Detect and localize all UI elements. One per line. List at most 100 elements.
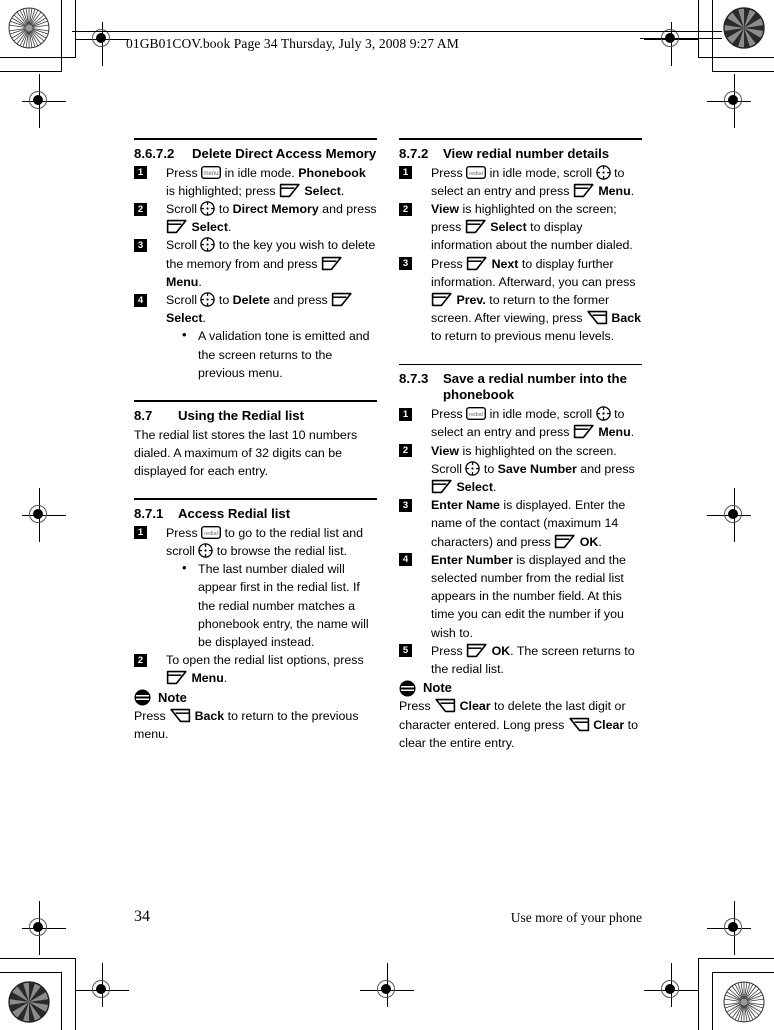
emphasis-text: Select [300, 183, 341, 198]
note-body-8-7-1: Press Back to return to the previous men… [134, 708, 359, 742]
step-number: 3 [399, 257, 412, 271]
emphasis-text: OK [488, 643, 511, 658]
emphasis-text: Save Number [497, 461, 577, 476]
star-target-top-right [723, 7, 765, 49]
heading-title: Delete Direct Access Memory [192, 145, 377, 161]
emphasis-text: View [431, 443, 460, 458]
step-number: 5 [399, 644, 412, 658]
step-item: 2 View is highlighted on the screen; pres… [399, 200, 642, 255]
crop-rule [61, 0, 62, 72]
heading-8-6-7-2: 8.6.7.2 Delete Direct Access Memory [134, 146, 377, 162]
page-number: 34 [134, 908, 150, 925]
emphasis-text: Menu [188, 671, 224, 686]
step-item: 1 Press redial in idle mode, scroll to se… [399, 405, 642, 441]
crop-rule [0, 972, 62, 973]
right-column: 8.7.2 View redial number details 1 Press … [399, 138, 642, 752]
right-softkey-icon [169, 708, 191, 723]
registration-mark [644, 963, 698, 1007]
crop-rule [0, 71, 62, 72]
step-item: 2 To open the redial list options, press … [134, 651, 377, 687]
heading-8-7-2: 8.7.2 View redial number details [399, 146, 642, 162]
step-number: 1 [399, 407, 412, 421]
heading-8-7-1: 8.7.1 Access Redial list [134, 506, 377, 522]
heading-8-7-3: 8.7.3 Save a redial number into the phon… [399, 371, 642, 403]
note-body-8-7-3: Press Clear to delete the last digit or … [399, 698, 638, 750]
step-text: Press redial in idle mode, scroll to sel… [431, 164, 635, 198]
step-number: 4 [134, 293, 147, 307]
step-number: 1 [134, 166, 147, 180]
crop-rule [698, 958, 774, 959]
section-rule [134, 400, 377, 402]
left-softkey-icon [466, 256, 488, 271]
registration-mark [644, 22, 698, 66]
emphasis-text: Select [453, 480, 493, 495]
header-rule [72, 31, 722, 32]
registration-mark [22, 901, 66, 955]
registration-mark [360, 963, 414, 1007]
svg-text:redial: redial [469, 170, 483, 176]
left-softkey-icon [166, 219, 188, 234]
step-number: 2 [134, 202, 147, 216]
step-number: 2 [399, 202, 412, 216]
svg-text:menu: menu [204, 170, 219, 176]
crop-rule [712, 972, 713, 1030]
left-softkey-icon [431, 292, 453, 307]
scroll-navigation-icon [200, 292, 216, 307]
left-softkey-icon [321, 256, 343, 271]
left-softkey-icon [554, 534, 576, 549]
crop-rule [712, 972, 774, 973]
scroll-navigation-icon [198, 543, 214, 558]
emphasis-text: Back [607, 311, 642, 326]
step-item: 3 Enter Name is displayed. Enter the name… [399, 496, 642, 551]
crop-rule [698, 958, 699, 1030]
left-softkey-icon [465, 219, 487, 234]
step-text: To open the redial list options, press M… [166, 653, 364, 686]
step-item: 4 Scroll to Delete and press Select.A val… [134, 291, 377, 382]
emphasis-text: Next [488, 256, 519, 271]
note-icon [399, 680, 416, 697]
emphasis-text: Phonebook [298, 165, 366, 180]
scroll-navigation-icon [200, 237, 216, 253]
page-content: 8.6.7.2 Delete Direct Access Memory 1 Pre… [134, 138, 642, 898]
crop-rule [0, 57, 76, 58]
heading-title: Using the Redial list [178, 407, 305, 423]
left-softkey-icon [573, 424, 595, 439]
left-softkey-icon [331, 292, 353, 307]
emphasis-text: Select [486, 220, 527, 235]
heading-number: 8.6.7.2 [134, 145, 175, 161]
step-number: 1 [399, 166, 412, 180]
step-item: 1 Press redial in idle mode, scroll to se… [399, 164, 642, 200]
section-8-7-body: The redial list stores the last 10 numbe… [134, 427, 358, 479]
redial-key-icon: redial [466, 407, 487, 421]
running-footer-title: Use more of your phone [510, 910, 642, 925]
emphasis-text: View [431, 202, 460, 216]
step-bullet-list: The last number dialed will appear first… [166, 559, 377, 651]
note-icon [134, 689, 151, 706]
emphasis-text: Back [191, 708, 225, 723]
scroll-navigation-icon [595, 406, 611, 421]
section-rule [134, 498, 377, 500]
step-item: 5 Press OK. The screen returns to the red… [399, 642, 642, 678]
note-label: Note [158, 689, 187, 705]
note-label: Note [423, 680, 452, 696]
crop-rule [698, 0, 699, 58]
crop-rule [75, 0, 76, 58]
left-softkey-icon [279, 183, 301, 198]
registration-mark [22, 488, 66, 542]
step-item: 1 Press menu in idle mode. Phonebook is h… [134, 164, 377, 200]
left-softkey-icon [166, 670, 188, 685]
step-bullet-list: A validation tone is emitted and the scr… [166, 326, 377, 382]
svg-text:redial: redial [204, 531, 218, 537]
right-softkey-icon [434, 698, 456, 713]
star-target-top-left [8, 7, 50, 49]
step-text: View is highlighted on the screen; press… [431, 202, 633, 253]
step-text: View is highlighted on the screen. Scrol… [431, 443, 635, 495]
step-text: Press redial to go to the redial list an… [166, 525, 364, 559]
file-header-text: 01GB01COV.book Page 34 Thursday, July 3,… [126, 36, 459, 51]
heading-title: Save a redial number into the phonebook [443, 371, 627, 403]
left-softkey-icon [573, 183, 595, 198]
emphasis-text: Menu [166, 274, 199, 289]
step-item: 3 Press Next to display further informati… [399, 255, 642, 346]
section-rule [399, 363, 642, 366]
steps-8-7-2: 1 Press redial in idle mode, scroll to se… [399, 164, 642, 346]
